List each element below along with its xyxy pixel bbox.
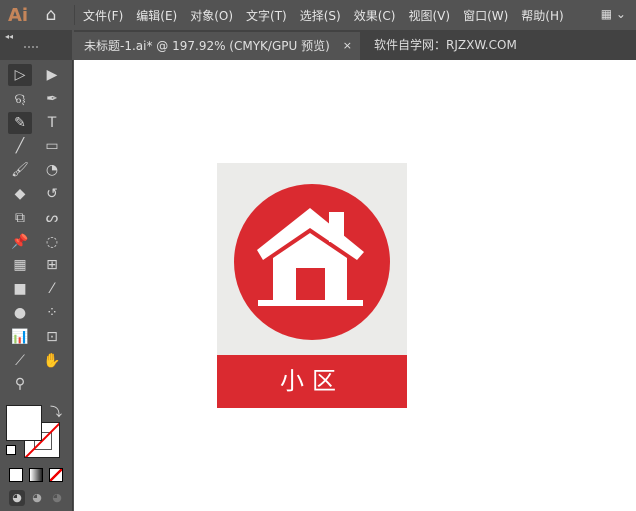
artwork-sign[interactable]: 小区 bbox=[217, 163, 407, 408]
menu-file[interactable]: 文件(F) bbox=[83, 7, 123, 24]
menu-help[interactable]: 帮助(H) bbox=[521, 7, 563, 24]
gradient-mode-button[interactable] bbox=[29, 468, 43, 482]
home-icon[interactable]: ⌂ bbox=[36, 5, 66, 25]
selection-tool[interactable]: ▷ bbox=[8, 64, 32, 86]
menu-type[interactable]: 文字(T) bbox=[246, 7, 287, 24]
line-tool[interactable]: ╱ bbox=[8, 135, 32, 157]
draw-inside-icon[interactable]: ◕ bbox=[49, 490, 65, 506]
tab-title: 未标题-1.ai* @ 197.92% (CMYK/GPU 预览) bbox=[84, 39, 330, 53]
watermark-text: 软件自学网：RJZXW.COM bbox=[374, 38, 517, 52]
drag-handle[interactable] bbox=[24, 46, 38, 51]
menu-edit[interactable]: 编辑(E) bbox=[136, 7, 177, 24]
rotate-tool[interactable]: ↺ bbox=[40, 183, 64, 205]
tools-panel: ▷ ▶ ୠ ✒ ✎ T ╱ ▭ 🖌 ◔ ◆ ↺ ⧉ ᔕ 📌 ◌ ▦ ⊞ ■ ⁄ ● ⁘ 📊 ⊡ ⟋ ✋ ⚲ ⤵ ◕ ◕ ◕ bbox=[0, 60, 73, 511]
zoom-tool[interactable]: ⚲ bbox=[8, 373, 32, 395]
menu-view[interactable]: 视图(V) bbox=[408, 7, 450, 24]
curvature-tool[interactable]: ✎ bbox=[8, 111, 32, 134]
swap-colors-icon[interactable]: ⤵ bbox=[50, 403, 62, 420]
slice-tool[interactable]: ⟋ bbox=[8, 350, 32, 372]
menu-bar: Ai ⌂ 文件(F) 编辑(E) 对象(O) 文字(T) 选择(S) 效果(C)… bbox=[0, 0, 636, 30]
blend-tool[interactable]: ● bbox=[8, 302, 32, 324]
paintbrush-tool[interactable]: 🖌 bbox=[8, 159, 32, 181]
divider bbox=[74, 5, 75, 25]
none-mode-button[interactable] bbox=[49, 468, 63, 482]
sign-label: 小区 bbox=[217, 355, 407, 408]
close-icon[interactable]: × bbox=[343, 32, 352, 60]
pen-tool[interactable]: ✒ bbox=[40, 88, 64, 110]
perspective-grid-tool[interactable]: ▦ bbox=[8, 254, 32, 276]
default-colors-icon[interactable] bbox=[6, 445, 16, 455]
eyedropper-tool[interactable]: ⁄ bbox=[40, 278, 64, 300]
lasso-tool[interactable]: ୠ bbox=[8, 88, 32, 110]
mesh-tool[interactable]: ⊞ bbox=[40, 254, 64, 276]
draw-normal-icon[interactable]: ◕ bbox=[9, 490, 25, 506]
document-tab[interactable]: 未标题-1.ai* @ 197.92% (CMYK/GPU 预览) × bbox=[74, 32, 360, 60]
symbol-sprayer-tool[interactable]: ⁘ bbox=[40, 302, 64, 324]
workspace-layout-icon[interactable]: ▦ ⌄ bbox=[601, 7, 626, 21]
draw-behind-icon[interactable]: ◕ bbox=[29, 490, 45, 506]
scale-tool[interactable]: ⧉ bbox=[8, 207, 32, 229]
type-tool[interactable]: T bbox=[40, 112, 64, 134]
menu-window[interactable]: 窗口(W) bbox=[463, 7, 508, 24]
document-tab-bar: 未标题-1.ai* @ 197.92% (CMYK/GPU 预览) × 软件自学… bbox=[74, 30, 636, 60]
puppet-warp-tool[interactable]: 📌 bbox=[8, 231, 32, 253]
direct-selection-tool[interactable]: ▶ bbox=[40, 64, 64, 86]
gradient-tool[interactable]: ■ bbox=[8, 278, 32, 300]
menu-select[interactable]: 选择(S) bbox=[300, 7, 341, 24]
menu-object[interactable]: 对象(O) bbox=[190, 7, 233, 24]
color-mode-button[interactable] bbox=[9, 468, 23, 482]
canvas[interactable]: 小区 bbox=[74, 60, 636, 511]
menu-effect[interactable]: 效果(C) bbox=[354, 7, 396, 24]
hand-tool[interactable]: ✋ bbox=[40, 350, 64, 372]
warp-tool[interactable]: ᔕ bbox=[40, 207, 64, 229]
toolbar-header: ◂◂ bbox=[0, 30, 72, 60]
graph-tool[interactable]: 📊 bbox=[8, 326, 32, 348]
free-transform-tool[interactable]: ◌ bbox=[40, 231, 64, 253]
rectangle-tool[interactable]: ▭ bbox=[40, 135, 64, 157]
artboard-tool[interactable]: ⊡ bbox=[40, 326, 64, 348]
fill-swatch[interactable] bbox=[6, 405, 42, 441]
eraser-tool[interactable]: ◆ bbox=[8, 183, 32, 205]
collapse-icon[interactable]: ◂◂ bbox=[5, 32, 13, 41]
shaper-tool[interactable]: ◔ bbox=[40, 159, 64, 181]
house-icon bbox=[217, 163, 407, 355]
app-logo: Ai bbox=[7, 4, 29, 26]
